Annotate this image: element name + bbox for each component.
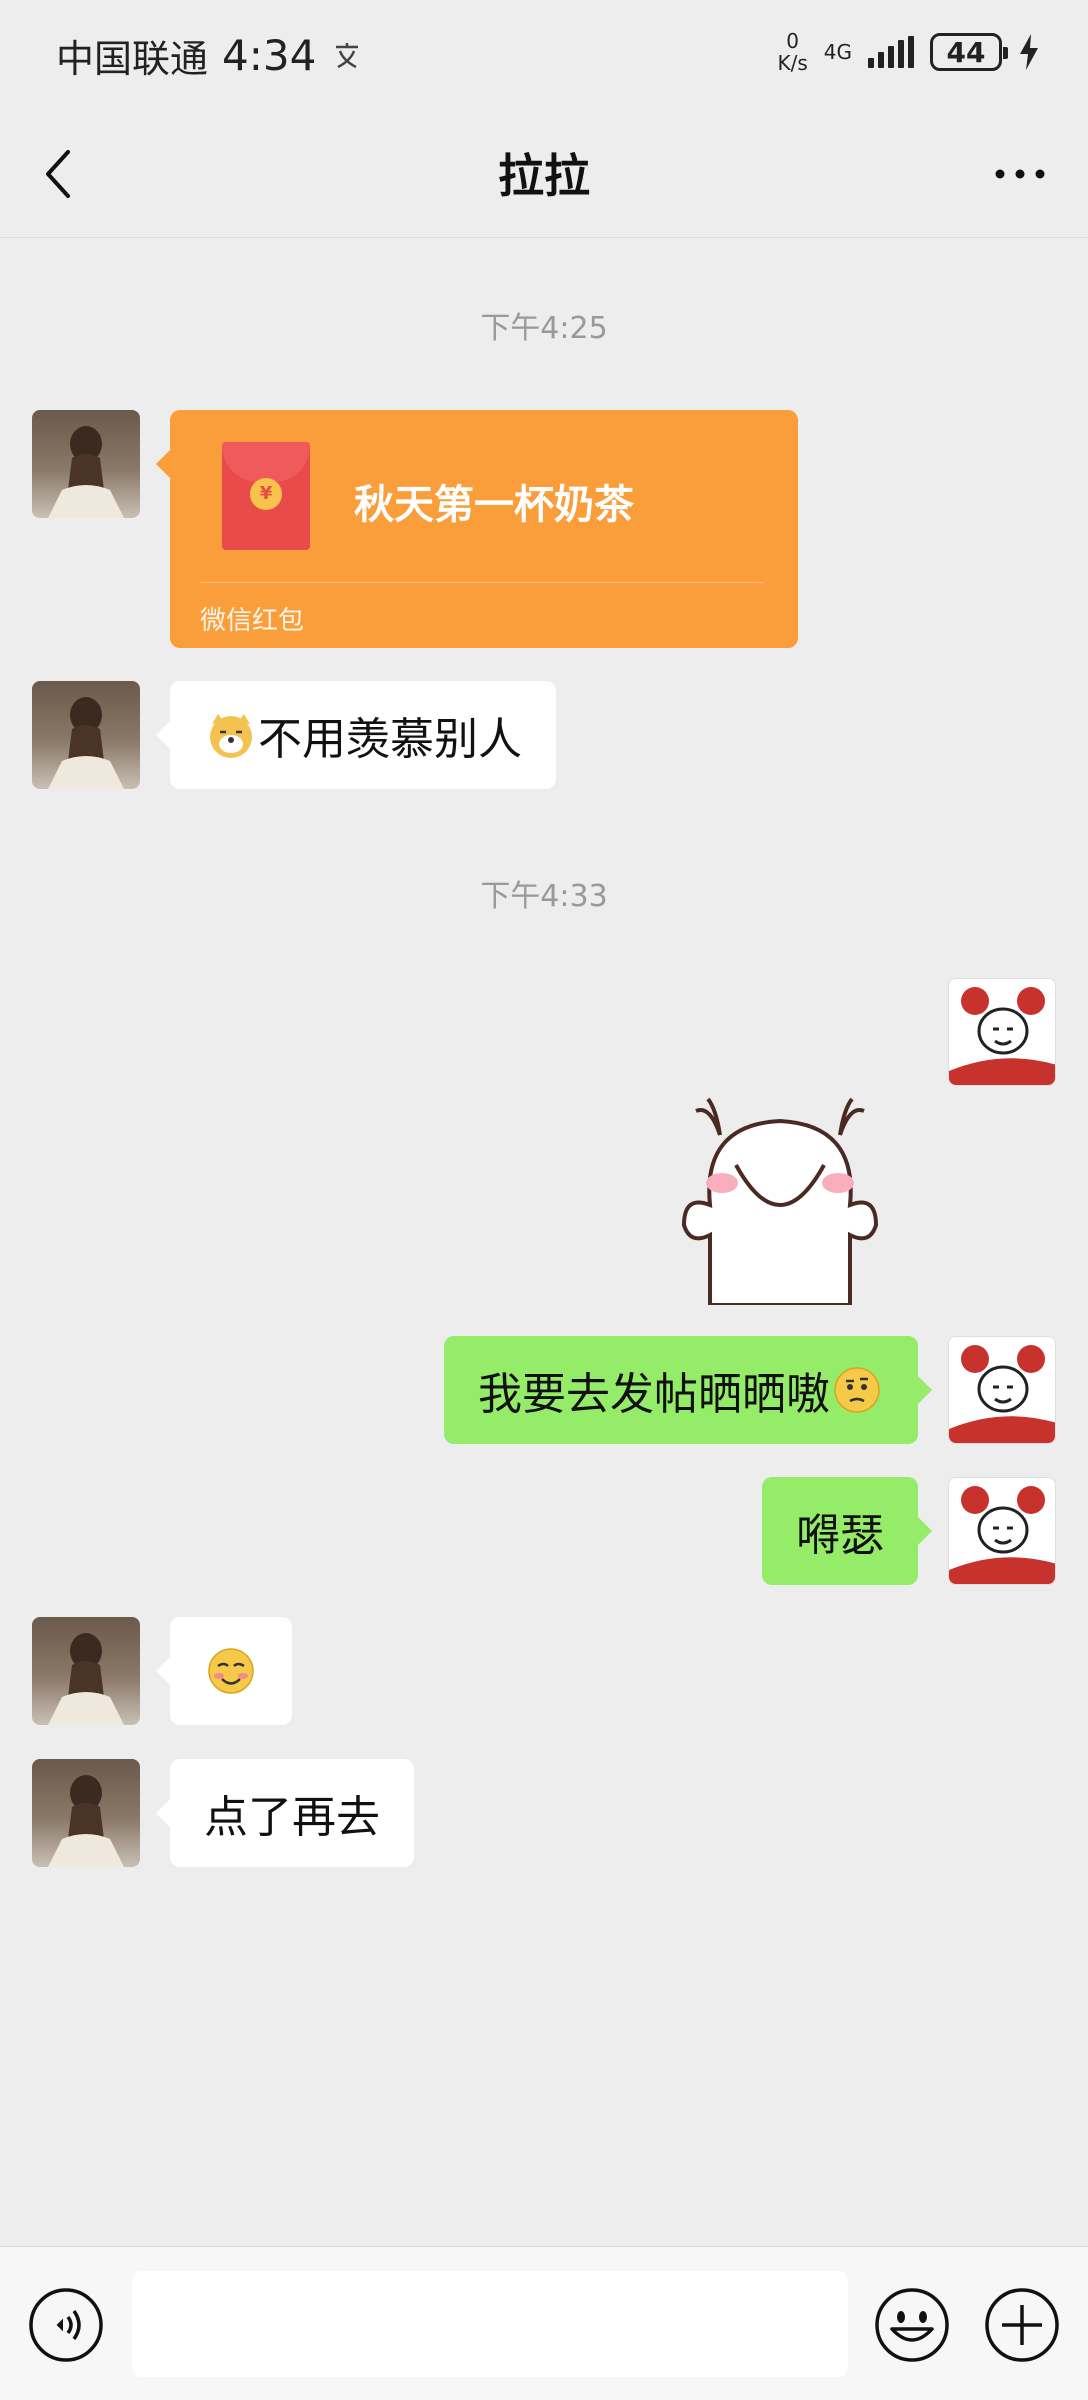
doge-emoji-icon	[210, 714, 252, 758]
red-packet-message[interactable]: ¥ 秋天第一杯奶茶 微信红包	[156, 410, 798, 648]
net-speed: 0 K/s	[777, 30, 807, 74]
message-text: 嘚瑟	[796, 1510, 884, 1561]
message-bubble[interactable]	[156, 1617, 292, 1725]
message-bubble[interactable]: 不用羡慕别人	[156, 681, 556, 789]
net-speed-value: 0	[786, 29, 799, 53]
voice-icon[interactable]	[28, 2287, 104, 2363]
status-time: 4:34	[222, 31, 317, 80]
avatar-image	[949, 979, 1055, 1085]
battery-level: 44	[946, 35, 986, 69]
divider	[200, 582, 764, 583]
plus-icon[interactable]	[984, 2287, 1060, 2363]
avatar-contact[interactable]	[32, 410, 140, 518]
red-packet-label: 微信红包	[200, 606, 305, 636]
signal-icon	[868, 36, 914, 68]
red-packet-icon: ¥	[222, 442, 310, 550]
timestamp: 下午4:25	[480, 311, 608, 346]
avatar-image	[48, 697, 124, 789]
avatar-contact[interactable]	[32, 681, 140, 789]
red-packet-title: 秋天第一杯奶茶	[354, 482, 634, 528]
message-bubble[interactable]: 我要去发帖晒晒嗷	[444, 1336, 932, 1444]
avatar-me[interactable]	[948, 978, 1056, 1086]
input-bar	[0, 2246, 1088, 2400]
network-type: 4G	[823, 40, 852, 64]
message-bubble[interactable]: 点了再去	[156, 1759, 414, 1867]
message-text: 我要去发帖晒晒嗷	[478, 1369, 830, 1420]
message-input[interactable]	[132, 2271, 848, 2377]
notification-icon	[336, 42, 359, 68]
more-icon[interactable]	[990, 154, 1050, 194]
chat-title: 拉拉	[498, 149, 590, 203]
avatar-image	[949, 1478, 1055, 1584]
status-left: 中国联通 4:34	[56, 28, 364, 83]
thinking-emoji-icon	[834, 1367, 880, 1413]
timestamp: 下午4:33	[480, 879, 608, 914]
status-bar: 中国联通 4:34 0 K/s 4G 44	[0, 0, 1088, 110]
avatar-image	[949, 1337, 1055, 1443]
chat-header: 拉拉	[0, 110, 1088, 238]
avatar-me[interactable]	[948, 1336, 1056, 1444]
avatar-image	[48, 426, 124, 518]
charging-icon	[1020, 34, 1038, 70]
battery-icon: 44	[930, 33, 1008, 71]
avatar-contact[interactable]	[32, 1617, 140, 1725]
message-text: 不用羡慕别人	[258, 714, 522, 765]
carrier-label: 中国联通	[56, 37, 209, 81]
avatar-contact[interactable]	[32, 1759, 140, 1867]
emoji-icon[interactable]	[874, 2287, 950, 2363]
smirk-emoji-icon	[208, 1648, 254, 1694]
message-bubble[interactable]: 嘚瑟	[762, 1477, 932, 1585]
message-text: 点了再去	[204, 1792, 380, 1843]
sticker-image[interactable]	[680, 1085, 880, 1305]
status-right: 0 K/s 4G 44	[777, 30, 1040, 74]
avatar-me[interactable]	[948, 1477, 1056, 1585]
avatar-image	[48, 1775, 124, 1867]
avatar-image	[48, 1633, 124, 1725]
net-speed-unit: K/s	[777, 51, 808, 75]
